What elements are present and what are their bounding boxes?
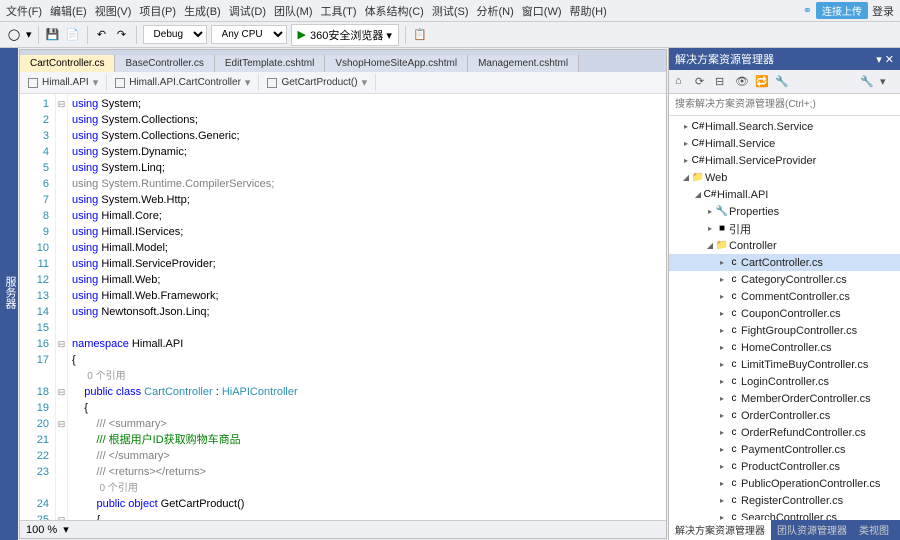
solution-explorer: 解决方案资源管理器 ▾ ✕ ⌂ ⟳ ⊟ 👁 🔁 🔧 🔧 ▾ ▸C#Himall.Sear…: [668, 48, 900, 540]
solution-tree[interactable]: ▸C#Himall.Search.Service▸C#Himall.Servic…: [669, 116, 900, 520]
tree-node[interactable]: ◢C#Himall.API: [669, 186, 900, 203]
search-input[interactable]: [669, 94, 900, 115]
menu-item[interactable]: 生成(B): [184, 3, 221, 19]
tree-node[interactable]: ▸🔧Properties: [669, 203, 900, 220]
left-tool-strip[interactable]: 服务器 数据源 工具箱: [0, 48, 18, 540]
file-tab[interactable]: VshopHomeSiteApp.cshtml: [325, 55, 468, 72]
tree-node[interactable]: ▸cPaymentController.cs: [669, 441, 900, 458]
menu-bar: 文件(F) 编辑(E) 视图(V) 项目(P) 生成(B) 调试(D) 团队(M) 工具(T)…: [0, 0, 900, 22]
menu-item[interactable]: 团队(M): [274, 3, 313, 19]
tree-node[interactable]: ▸C#Himall.ServiceProvider: [669, 152, 900, 169]
panel-toolbar[interactable]: ⌂ ⟳ ⊟ 👁 🔁 🔧 🔧 ▾: [669, 70, 900, 94]
panel-tabs[interactable]: 解决方案资源管理器团队资源管理器类视图: [669, 520, 900, 540]
panel-dropdown-icon[interactable]: ▾ ✕: [876, 53, 894, 66]
save-icon[interactable]: 💾: [45, 27, 61, 43]
menu-item[interactable]: 分析(N): [477, 3, 514, 19]
nav-crumb[interactable]: Himall.API.CartController▾: [107, 74, 259, 91]
menu-item[interactable]: 工具(T): [321, 3, 357, 19]
tool-icon[interactable]: 📋: [412, 27, 428, 43]
menu-item[interactable]: 视图(V): [95, 3, 132, 19]
code-area[interactable]: 1234567891011121314151617181920212223242…: [20, 94, 666, 520]
account-area: ⚭ 连接上传 登录: [803, 2, 894, 19]
menu-item[interactable]: 调试(D): [229, 3, 266, 19]
platform-select[interactable]: Any CPU: [211, 25, 287, 44]
panel-title: 解决方案资源管理器 ▾ ✕: [669, 48, 900, 70]
menu-item[interactable]: 帮助(H): [570, 3, 607, 19]
panel-tab[interactable]: 团队资源管理器: [771, 520, 853, 540]
link-icon: ⚭: [803, 4, 812, 17]
tree-node[interactable]: ▸cLimitTimeBuyController.cs: [669, 356, 900, 373]
search-box[interactable]: [669, 94, 900, 116]
tree-node[interactable]: ▸■引用: [669, 220, 900, 237]
editor-status: 100 %▾: [20, 520, 666, 538]
config-select[interactable]: Debug: [143, 25, 207, 44]
login-link[interactable]: 登录: [872, 3, 894, 19]
tree-node[interactable]: ▸cSearchController.cs: [669, 509, 900, 520]
menu-item[interactable]: 文件(F): [6, 3, 42, 19]
undo-icon[interactable]: ↶: [94, 27, 110, 43]
tree-node[interactable]: ▸cPublicOperationController.cs: [669, 475, 900, 492]
show-icon: 👁: [735, 75, 749, 89]
code-editor: CartController.csBaseController.csEditTe…: [19, 49, 667, 539]
tree-node[interactable]: ▸C#Himall.Service: [669, 135, 900, 152]
tree-node[interactable]: ▸cFightGroupController.cs: [669, 322, 900, 339]
upload-badge[interactable]: 连接上传: [816, 2, 868, 19]
redo-icon[interactable]: ↷: [114, 27, 130, 43]
panel-tab[interactable]: 解决方案资源管理器: [669, 520, 771, 540]
file-tab[interactable]: BaseController.cs: [115, 55, 214, 72]
nav-crumb[interactable]: GetCartProduct()▾: [259, 74, 376, 91]
sync-icon: ⟳: [695, 75, 709, 89]
tree-node[interactable]: ◢📁Controller: [669, 237, 900, 254]
props-icon: 🔧: [775, 75, 789, 89]
line-numbers: 1234567891011121314151617181920212223242…: [20, 94, 56, 520]
menu-item[interactable]: 编辑(E): [50, 3, 87, 19]
save-all-icon[interactable]: 📄: [65, 27, 81, 43]
data-sources-tab: 数据源: [0, 276, 2, 309]
back-icon[interactable]: ◯: [6, 27, 22, 43]
menu-item[interactable]: 测试(S): [432, 3, 469, 19]
menu-item[interactable]: 窗口(W): [522, 3, 562, 19]
back-arrow-icon[interactable]: ▾: [26, 28, 32, 41]
tree-node[interactable]: ▸cOrderRefundController.cs: [669, 424, 900, 441]
tree-node[interactable]: ▸cOrderController.cs: [669, 407, 900, 424]
menu-item[interactable]: 体系结构(C): [365, 3, 424, 19]
fold-margin[interactable]: ⊟⊟⊟⊟⊟: [56, 94, 68, 520]
collapse-icon: ⊟: [715, 75, 729, 89]
menu-item[interactable]: 项目(P): [139, 3, 176, 19]
panel-tab[interactable]: 类视图: [853, 520, 895, 540]
tree-node[interactable]: ▸cRegisterController.cs: [669, 492, 900, 509]
file-tab[interactable]: Management.cshtml: [468, 55, 579, 72]
server-explorer-tab: 服务器: [2, 276, 18, 309]
tree-node[interactable]: ▸cCommentController.cs: [669, 288, 900, 305]
tree-node[interactable]: ▸cProductController.cs: [669, 458, 900, 475]
nav-bar: Himall.API▾Himall.API.CartController▾Get…: [20, 72, 666, 94]
tree-node[interactable]: ◢📁Web: [669, 169, 900, 186]
filter-icon: ▾: [880, 75, 894, 89]
source-text[interactable]: using System;using System.Collections;us…: [68, 94, 666, 520]
wrench-icon: 🔧: [860, 75, 874, 89]
tree-node[interactable]: ▸cLoginController.cs: [669, 373, 900, 390]
home-icon: ⌂: [675, 75, 689, 89]
file-tab[interactable]: EditTemplate.cshtml: [215, 55, 325, 72]
tree-node[interactable]: ▸cHomeController.cs: [669, 339, 900, 356]
file-tab[interactable]: CartController.cs: [20, 55, 115, 72]
file-tabs: CartController.csBaseController.csEditTe…: [20, 50, 666, 72]
tree-node[interactable]: ▸cCategoryController.cs: [669, 271, 900, 288]
tree-node[interactable]: ▸cMemberOrderController.cs: [669, 390, 900, 407]
tree-node[interactable]: ▸C#Himall.Search.Service: [669, 118, 900, 135]
toolbar: ◯ ▾ 💾 📄 ↶ ↷ Debug Any CPU ▶360安全浏览器 ▾ 📋: [0, 22, 900, 48]
nav-crumb[interactable]: Himall.API▾: [20, 74, 107, 91]
start-button[interactable]: ▶360安全浏览器 ▾: [291, 24, 399, 46]
tree-node[interactable]: ▸cCouponController.cs: [669, 305, 900, 322]
refresh-icon: 🔁: [755, 75, 769, 89]
tree-node[interactable]: ▸cCartController.cs: [669, 254, 900, 271]
